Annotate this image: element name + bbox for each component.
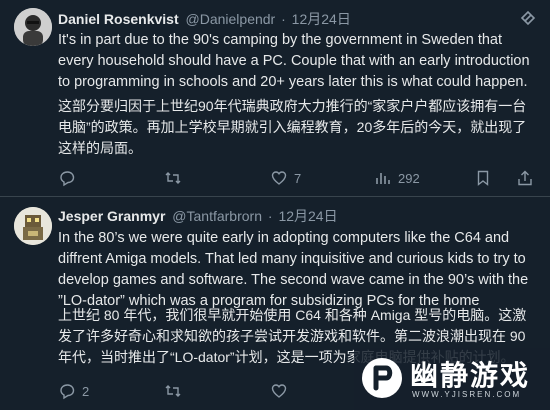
avatar[interactable] xyxy=(14,8,52,46)
timestamp[interactable]: 12月24日 xyxy=(292,11,351,27)
tweet-header: Daniel Rosenkvist @Danielpendr · 12月24日 xyxy=(58,10,351,28)
watermark-logo-icon xyxy=(362,358,402,398)
reply-icon xyxy=(60,384,75,400)
person-avatar-icon xyxy=(14,8,52,46)
user-handle[interactable]: @Danielpendr xyxy=(186,11,276,27)
grok-icon[interactable] xyxy=(518,8,538,28)
retweet-button[interactable] xyxy=(164,382,188,400)
heart-icon xyxy=(271,171,287,185)
tweet-text: It's in part due to the 90's camping by … xyxy=(58,32,530,90)
separator: · xyxy=(281,11,286,27)
watermark: 幽静游戏 WWW.YJISREN.COM xyxy=(354,348,550,410)
share-icon xyxy=(518,170,532,186)
like-button[interactable] xyxy=(270,382,294,400)
tweet[interactable]: Daniel Rosenkvist @Danielpendr · 12月24日 … xyxy=(0,0,550,196)
bookmark-icon xyxy=(477,170,489,186)
watermark-url: WWW.YJISREN.COM xyxy=(412,390,522,399)
views-button[interactable]: 292 xyxy=(374,169,420,187)
timestamp[interactable]: 12月24日 xyxy=(278,208,337,224)
share-button[interactable] xyxy=(516,169,534,187)
robot-avatar-icon xyxy=(14,207,52,245)
display-name[interactable]: Jesper Granmyr xyxy=(58,208,165,224)
reply-button[interactable]: 2 xyxy=(58,382,89,400)
display-name[interactable]: Daniel Rosenkvist xyxy=(58,11,179,27)
bookmark-button[interactable] xyxy=(474,169,492,187)
user-handle[interactable]: @Tantfarbrorn xyxy=(172,208,262,224)
tweet-text: In the 80’s we were quite early in adopt… xyxy=(58,230,529,309)
like-count: 7 xyxy=(294,170,302,186)
views-count: 292 xyxy=(398,170,420,186)
like-button[interactable]: 7 xyxy=(270,169,301,187)
reply-icon xyxy=(60,171,75,187)
heart-icon xyxy=(271,384,287,398)
retweet-icon xyxy=(165,172,181,184)
tweet-header: Jesper Granmyr @Tantfarbrorn · 12月24日 xyxy=(58,207,338,225)
retweet-button[interactable] xyxy=(164,169,188,187)
tweet-translation: 这部分要归因于上世纪90年代瑞典政府大力推行的“家家户户都应该拥有一台电脑”的政… xyxy=(58,98,527,156)
avatar[interactable] xyxy=(14,207,52,245)
separator: · xyxy=(267,208,273,224)
watermark-text: 幽静游戏 xyxy=(410,360,531,391)
reply-count: 2 xyxy=(82,383,90,399)
views-icon xyxy=(376,173,390,184)
reply-button[interactable] xyxy=(58,169,82,187)
action-bar: 7 292 xyxy=(58,169,538,189)
retweet-icon xyxy=(165,385,181,397)
